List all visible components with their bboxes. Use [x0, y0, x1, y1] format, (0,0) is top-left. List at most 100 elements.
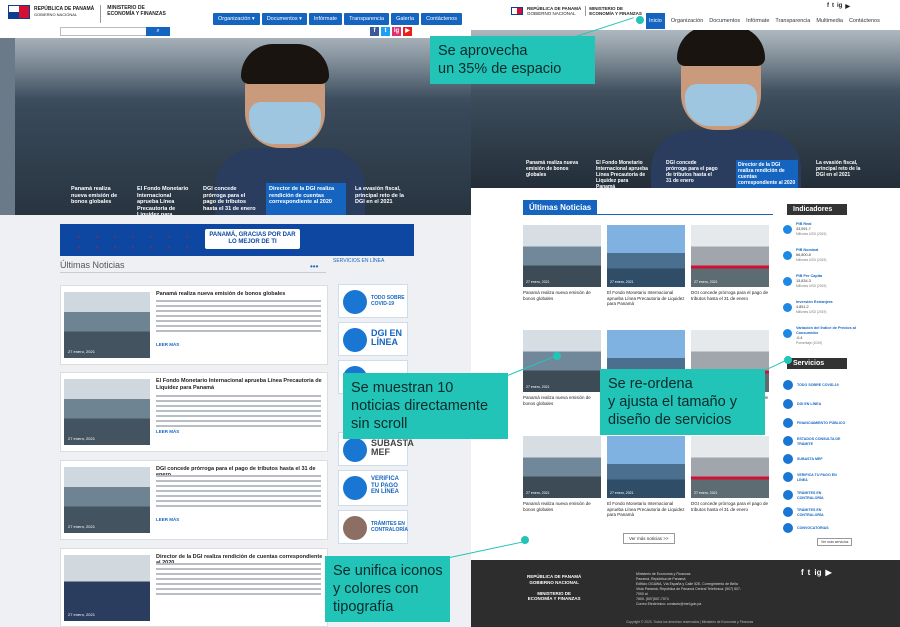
service-subasta[interactable]: SUBASTA MEF — [783, 454, 858, 466]
service-dgi[interactable]: DGI EN LÍNEA — [783, 399, 858, 411]
more-news-button[interactable]: Ver más noticias >> — [623, 533, 675, 544]
news-card[interactable]: 27 enero, 2021 Director de la DGI realiz… — [60, 548, 328, 627]
news-card[interactable]: 27 enero, 2021 DGI concede prórroga para … — [691, 436, 769, 526]
service-verifica[interactable]: VERIFICA TU PAGO EN LÍNEA — [783, 472, 858, 484]
service-convocatorias[interactable]: CONVOCATORIAS — [783, 523, 858, 535]
service-contraloria[interactable]: TRÁMITES EN CONTRALORÍA — [783, 490, 858, 502]
news-card[interactable]: 27 enero, 2021 Panamá realiza nueva emisi… — [523, 225, 601, 315]
old-hero-slider[interactable]: Panamá realiza nueva emisión de bonos gl… — [15, 38, 471, 215]
hero-caption[interactable]: DGI concede prórroga para el pago de tri… — [200, 183, 260, 215]
facebook-icon[interactable]: f — [827, 3, 829, 10]
old-news-heading: Últimas Noticias — [60, 260, 125, 270]
hero-caption[interactable]: La evasión fiscal, principal reto de la … — [352, 183, 412, 215]
twitter-icon[interactable]: t — [808, 568, 811, 577]
nav-organizacion[interactable]: Organización — [671, 18, 703, 24]
read-more-link[interactable]: LEER MÁS — [156, 517, 179, 522]
gratitude-banner[interactable]: PANAMÁ, GRACIAS POR DAR LO MEJOR DE TI — [60, 224, 414, 256]
instagram-icon[interactable]: ig — [392, 27, 401, 36]
nav-informate[interactable]: Infórmate — [308, 13, 343, 25]
more-services-button[interactable]: Ver más servicios — [817, 538, 853, 546]
service-covid[interactable]: TODO SOBRE COVID-19 — [338, 284, 408, 318]
nav-multimedia[interactable]: Multimedia — [816, 18, 843, 24]
news-thumbnail: 27 enero, 2021 — [64, 555, 150, 621]
news-card[interactable]: 27 enero, 2021 Panamá realiza nueva emisi… — [523, 436, 601, 526]
service-dgi[interactable]: DGI EN LÍNEA — [338, 322, 408, 356]
hero-caption[interactable]: La evasión fiscal, principal reto de la … — [816, 160, 868, 188]
nav-documentos[interactable]: Documentos ▾ — [261, 13, 307, 25]
twitter-icon[interactable]: t — [381, 27, 390, 36]
hero-caption-active[interactable]: Director de la DGI realiza rendición de … — [266, 183, 346, 215]
footer-logo[interactable]: REPÚBLICA DE PANAMÁ GOBIERNO NACIONAL MI… — [527, 574, 581, 602]
footer-contact: Ministerio de Economía y Finanzas Panamá… — [636, 572, 746, 607]
hero-caption-active[interactable]: Director de la DGI realiza rendición de … — [736, 160, 798, 188]
news-card[interactable]: 27 enero, 2021 DGI concede prórroga para … — [691, 225, 769, 315]
indicator-item[interactable]: PIB Nominal 66,800.8 Millones USD (2019) — [783, 248, 853, 266]
hero-caption[interactable]: DGI concede prórroga para el pago de tri… — [666, 160, 718, 188]
news-card-title[interactable]: Panamá realiza nueva emisión de bonos gl… — [156, 291, 285, 297]
logo-line2: GOBIERNO NACIONAL — [34, 12, 78, 17]
news-card-title[interactable]: El Fondo Monetario Internacional aprueba… — [156, 378, 324, 391]
nav-documentos[interactable]: Documentos — [709, 18, 740, 24]
service-contraloria[interactable]: TRÁMITES EN CONTRALORÍA — [338, 510, 408, 544]
instagram-icon[interactable]: ig — [837, 3, 842, 10]
indicator-item[interactable]: Inversión Extranjera 4,851.2 Millones USD … — [783, 300, 853, 318]
nav-inicio[interactable]: Inicio — [646, 13, 665, 29]
search-button[interactable]: ⌕ — [146, 27, 170, 36]
nav-galeria[interactable]: Galería — [391, 13, 420, 25]
indicator-item[interactable]: PIB Real 43,591.7 Millones USD (2019) — [783, 222, 853, 240]
new-news-heading: Últimas Noticias — [523, 200, 598, 215]
nav-informate[interactable]: Infórmate — [746, 18, 769, 24]
nav-transparencia[interactable]: Transparencia — [344, 13, 390, 25]
news-card[interactable]: 27 enero, 2021 El Fondo Monetario Interna… — [607, 436, 685, 526]
news-card-excerpt — [156, 475, 321, 509]
nav-organizacion[interactable]: Organización ▾ — [213, 13, 260, 25]
news-card-title[interactable]: El Fondo Monetario Internacional aprueba… — [607, 290, 685, 307]
new-logo[interactable]: REPÚBLICA DE PANAMÁ GOBIERNO NACIONAL MIN… — [511, 6, 642, 16]
youtube-icon[interactable]: ▶ — [403, 27, 412, 36]
dgi-icon — [343, 328, 367, 352]
nav-transparencia[interactable]: Transparencia — [775, 18, 810, 24]
nav-contactenos[interactable]: Contáctenos — [849, 18, 880, 24]
news-card[interactable]: 27 enero, 2021 El Fondo Monetario Intern… — [60, 372, 328, 452]
news-card-title[interactable]: DGI concede prórroga para el pago de tri… — [691, 501, 769, 512]
news-card[interactable]: 27 enero, 2021 Panamá realiza nueva emisi… — [523, 330, 601, 420]
service-covid[interactable]: TODO SOBRE COVID-19 — [783, 380, 858, 392]
news-card-title[interactable]: Panamá realiza nueva emisión de bonos gl… — [523, 290, 601, 301]
indicator-item[interactable]: PIB Per Capita 15,834.3 Millones USD (2019… — [783, 274, 853, 292]
news-card-title[interactable]: Panamá realiza nueva emisión de bonos gl… — [523, 501, 601, 512]
news-card[interactable]: 27 enero, 2021 Panamá realiza nueva emis… — [60, 285, 328, 365]
news-thumbnail: 27 enero, 2021 — [64, 379, 150, 445]
news-card-title[interactable]: El Fondo Monetario Internacional aprueba… — [607, 501, 685, 518]
twitter-icon[interactable]: t — [832, 3, 834, 10]
indicators-heading: Indicadores — [787, 204, 847, 215]
hero-caption[interactable]: Panamá realiza nueva emisión de bonos gl… — [68, 183, 128, 215]
read-more-link[interactable]: LEER MÁS — [156, 342, 179, 347]
indicator-item[interactable]: Variación del Índice de Precios al Consu… — [783, 326, 856, 352]
news-divider — [523, 214, 773, 215]
price-index-icon — [783, 329, 792, 338]
hero-caption[interactable]: El Fondo Monetario Internacional aprueba… — [596, 160, 648, 188]
footer-email[interactable]: Correo Electrónico: contacto@mef.gob.pa — [636, 602, 746, 607]
youtube-icon[interactable]: ▶ — [825, 568, 831, 577]
old-logo[interactable]: REPÚBLICA DE PANAMÁ GOBIERNO NACIONAL — [8, 5, 94, 19]
news-thumbnail: 27 enero, 2021 — [64, 292, 150, 358]
facebook-icon[interactable]: f — [801, 568, 804, 577]
service-financiamiento[interactable]: FINANCIAMIENTO PÚBLICO — [783, 418, 858, 430]
news-card-title[interactable]: DGI concede prórroga para el pago de tri… — [691, 290, 769, 301]
youtube-icon[interactable]: ▶ — [845, 3, 850, 10]
service-tramite[interactable]: ESTADOS CONSULTA DE TRÁMITE — [783, 436, 858, 448]
news-card[interactable]: 27 enero, 2021 El Fondo Monetario Interna… — [607, 225, 685, 315]
more-dots-icon[interactable]: ••• — [310, 262, 318, 271]
service-contraloria-2[interactable]: TRÁMITES EN CONTRALORÍA — [783, 507, 858, 519]
facebook-icon[interactable]: f — [370, 27, 379, 36]
news-thumbnail: 27 enero, 2021 — [607, 225, 685, 287]
hero-caption[interactable]: Panamá realiza nueva emisión de bonos gl… — [526, 160, 578, 188]
news-card-title[interactable]: Panamá realiza nueva emisión de bonos gl… — [523, 395, 601, 406]
news-card[interactable]: 27 enero, 2021 DGI concede prórroga para… — [60, 460, 328, 540]
read-more-link[interactable]: LEER MÁS — [156, 429, 179, 434]
new-footer: REPÚBLICA DE PANAMÁ GOBIERNO NACIONAL MI… — [471, 560, 900, 627]
instagram-icon[interactable]: ig — [814, 568, 821, 577]
service-verifica[interactable]: VERIFICA TU PAGO EN LÍNEA — [338, 470, 408, 506]
nav-contactenos[interactable]: Contáctenos — [421, 13, 462, 25]
hero-caption[interactable]: El Fondo Monetario Internacional aprueba… — [134, 183, 194, 215]
